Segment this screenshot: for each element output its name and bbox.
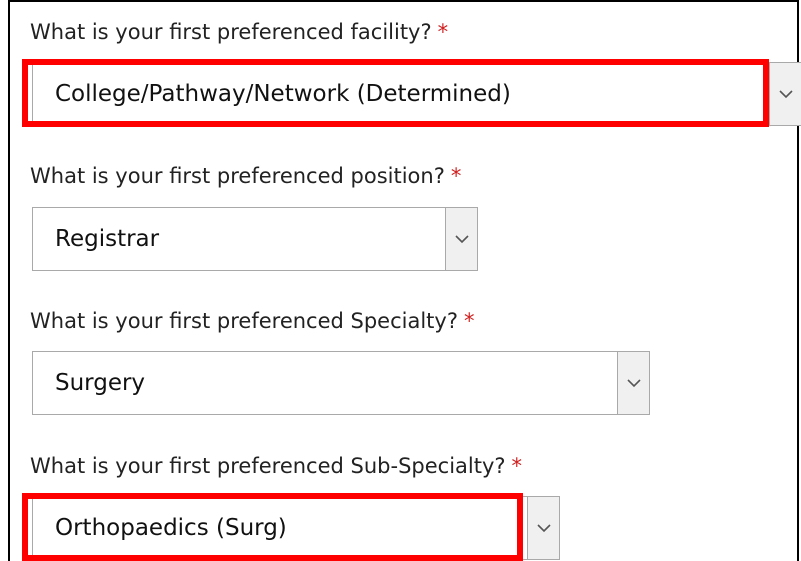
position-dropdown-button[interactable] (445, 208, 477, 270)
facility-select[interactable]: College/Pathway/Network (Determined) (32, 62, 801, 126)
required-asterisk: * (511, 454, 523, 478)
subspecialty-question-text: What is your first preferenced Sub-Speci… (30, 454, 506, 478)
chevron-down-icon (778, 90, 793, 99)
form-panel: What is your first preferenced facility?… (8, 0, 801, 561)
facility-question-label: What is your first preferenced facility?… (30, 20, 448, 44)
chevron-down-icon (454, 235, 469, 244)
required-asterisk: * (464, 309, 475, 333)
specialty-question-label: What is your first preferenced Specialty… (30, 309, 475, 333)
chevron-down-icon (536, 524, 551, 533)
required-asterisk: * (450, 164, 462, 188)
facility-dropdown-button[interactable] (769, 63, 801, 125)
required-asterisk: * (437, 20, 449, 44)
chevron-down-icon (626, 379, 641, 388)
subspecialty-selected-value: Orthopaedics (Surg) (55, 515, 287, 541)
facility-selected-value: College/Pathway/Network (Determined) (55, 81, 511, 107)
position-question-label: What is your first preferenced position?… (30, 164, 461, 188)
subspecialty-question-label: What is your first preferenced Sub-Speci… (30, 454, 522, 478)
position-select[interactable]: Registrar (32, 207, 478, 271)
position-selected-value: Registrar (55, 226, 160, 252)
position-question-text: What is your first preferenced position? (30, 164, 445, 188)
specialty-select[interactable]: Surgery (32, 351, 650, 415)
specialty-selected-value: Surgery (55, 370, 146, 396)
specialty-question-text: What is your first preferenced Specialty… (30, 309, 458, 333)
facility-question-text: What is your first preferenced facility? (30, 20, 432, 44)
subspecialty-dropdown-button[interactable] (527, 497, 559, 559)
specialty-dropdown-button[interactable] (617, 352, 649, 414)
subspecialty-select[interactable]: Orthopaedics (Surg) (32, 496, 560, 560)
